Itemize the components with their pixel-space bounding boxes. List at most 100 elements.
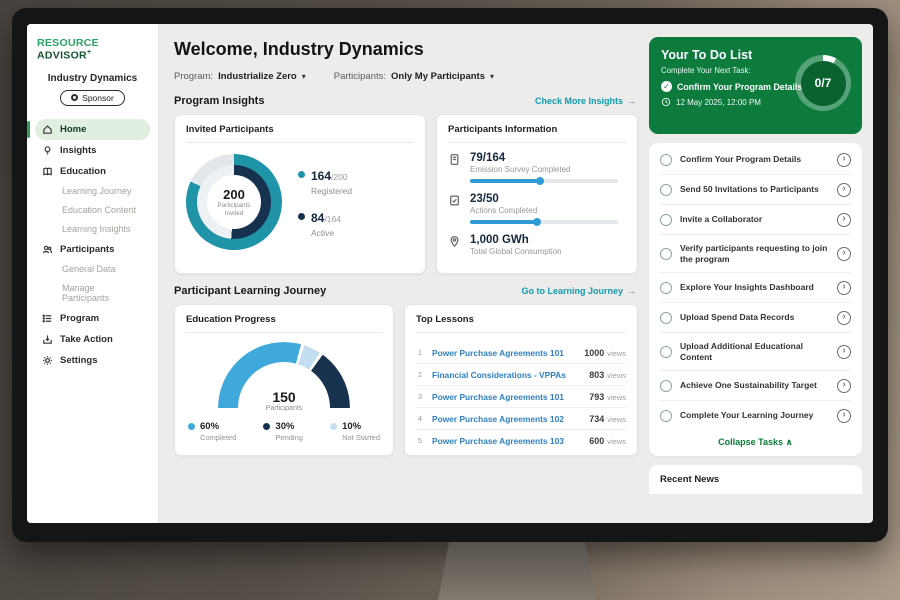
sidebar-item-take-action[interactable]: Take Action [35,329,150,350]
program-filter-label: Program: [174,71,213,82]
app-logo: RESOURCE ADVISOR+ [35,37,150,62]
sidebar-item-label: Education [60,166,106,177]
legend-value: 60% [200,421,236,432]
lesson-link[interactable]: Power Purchase Agreements 103 [432,436,564,446]
task-checkbox[interactable] [660,346,672,358]
progress-fill [470,179,541,183]
sidebar-item-label: Program [60,313,99,324]
chevron-right-icon[interactable]: › [837,183,851,197]
task-label: Confirm Your Program Details [680,154,801,165]
task-checkbox[interactable] [660,410,672,422]
lesson-link[interactable]: Financial Considerations - VPPAs [432,370,566,380]
learning-journey-cards: Education Progress 150 Participants [174,304,638,456]
lesson-link[interactable]: Power Purchase Agreements 101 [432,392,564,402]
task-row-8[interactable]: Achieve One Sustainability Target › [660,371,851,401]
legend-label: Completed [200,433,236,442]
views-count: 1000 [584,348,604,358]
sidebar-item-insights[interactable]: Insights [35,140,150,161]
participants-filter[interactable]: Participants: Only My Participants ▾ [334,71,494,82]
task-row-4[interactable]: Verify participants requesting to join t… [660,235,851,273]
sidebar-item-general-data[interactable]: General Data [35,260,150,279]
task-checkbox[interactable] [660,154,672,166]
views-label: views [607,415,626,424]
task-row-3[interactable]: Invite a Collaborator › [660,205,851,235]
task-row-6[interactable]: Upload Spend Data Records › [660,303,851,333]
task-checkbox[interactable] [660,184,672,196]
lesson-link[interactable]: Power Purchase Agreements 102 [432,414,564,424]
legend-value: 10% [342,421,380,432]
go-to-learning-journey-link[interactable]: Go to Learning Journey → [521,286,636,296]
legend-dot [330,423,337,430]
dashboard-screen: RESOURCE ADVISOR+ Industry Dynamics Spon… [27,24,873,523]
chevron-right-icon[interactable]: › [837,311,851,325]
action-icon [42,334,53,345]
sidebar-item-home[interactable]: Home [35,119,150,140]
chevron-right-icon[interactable]: › [837,409,851,423]
participants-information-card: Participants Information 79/164 Emission… [436,114,638,274]
sidebar-item-education[interactable]: Education [35,161,150,182]
chevron-right-icon[interactable]: › [837,345,851,359]
task-row-2[interactable]: Send 50 Invitations to Participants › [660,175,851,205]
legend-label: Pending [275,433,303,442]
check-more-insights-link[interactable]: Check More Insights → [535,96,636,106]
task-row-1[interactable]: Confirm Your Program Details › [660,145,851,175]
lesson-row: 4 Power Purchase Agreements 102 734views [416,408,626,430]
survey-icon [448,153,461,166]
legend-dot [263,423,270,430]
task-row-9[interactable]: Complete Your Learning Journey › [660,401,851,430]
invited-donut-chart: 200 Participants Invited [186,154,282,250]
home-icon [42,124,53,135]
gauge-center: 150 Participants [218,389,350,412]
filter-bar: Program: Industrialize Zero ▾ Participan… [174,71,638,82]
sidebar-item-learning-journey[interactable]: Learning Journey [35,182,150,201]
sidebar-item-program[interactable]: Program [35,308,150,329]
collapse-tasks-button[interactable]: Collapse Tasks ∧ [660,430,851,452]
chevron-right-icon[interactable]: › [837,379,851,393]
chevron-right-icon[interactable]: › [837,281,851,295]
participants-filter-label: Participants: [334,71,386,82]
progress-bar [470,179,618,183]
donut-center-label: Participants Invited [212,202,256,218]
program-filter-value: Industrialize Zero [218,71,297,82]
legend-value: 30% [275,421,303,432]
chevron-right-icon[interactable]: › [837,247,851,261]
sponsor-icon [71,94,78,101]
sidebar-item-participants[interactable]: Participants [35,239,150,260]
recent-news-header: Recent News [649,465,862,494]
lesson-rank: 2 [416,370,424,379]
views-label: views [607,437,626,446]
task-checkbox[interactable] [660,214,672,226]
sidebar-item-education-content[interactable]: Education Content [35,201,150,220]
task-checkbox[interactable] [660,380,672,392]
sidebar-item-learning-insights[interactable]: Learning Insights [35,220,150,239]
org-name: Industry Dynamics [35,73,150,84]
program-insights-header: Program Insights Check More Insights → [174,95,636,107]
task-checkbox[interactable] [660,282,672,294]
sidebar-item-settings[interactable]: Settings [35,350,150,371]
task-row-7[interactable]: Upload Additional Educational Content › [660,333,851,371]
scene: RESOURCE ADVISOR+ Industry Dynamics Spon… [0,0,900,600]
chevron-right-icon[interactable]: › [837,153,851,167]
lesson-link[interactable]: Power Purchase Agreements 101 [432,348,564,358]
main-content: Welcome, Industry Dynamics Program: Indu… [159,24,649,523]
education-legend: 60% Completed 30% Pending [186,421,382,442]
program-insights-cards: Invited Participants 200 Participants In… [174,114,638,274]
task-label: Upload Spend Data Records [680,312,794,323]
program-filter[interactable]: Program: Industrialize Zero ▾ [174,71,306,82]
location-pin-icon [448,235,461,248]
task-checkbox[interactable] [660,312,672,324]
sidebar-item-label: Home [60,124,86,135]
top-lessons-card: Top Lessons 1 Power Purchase Agreements … [404,304,638,456]
link-label: Go to Learning Journey [521,286,623,296]
legend-item-not-started: 10% Not Started [330,421,380,442]
monitor-stand [438,542,596,600]
education-gauge-chart: 150 Participants [218,342,350,408]
sidebar: RESOURCE ADVISOR+ Industry Dynamics Spon… [27,24,159,523]
task-checkbox[interactable] [660,248,672,260]
sidebar-item-manage-participants[interactable]: Manage Participants [35,279,150,308]
task-label: Complete Your Learning Journey [680,410,813,421]
task-row-5[interactable]: Explore Your Insights Dashboard › [660,273,851,303]
chevron-right-icon[interactable]: › [837,213,851,227]
card-title: Participants Information [448,124,626,143]
lesson-row: 3 Power Purchase Agreements 101 793views [416,386,626,408]
